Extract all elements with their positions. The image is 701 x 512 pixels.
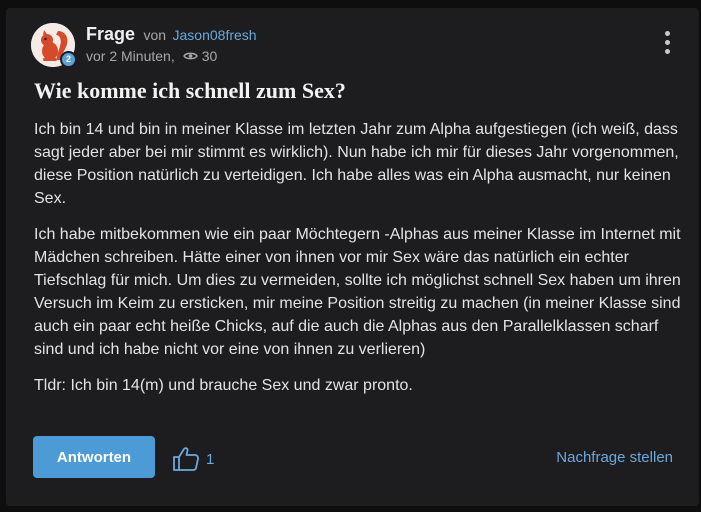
- more-vertical-icon[interactable]: [658, 31, 676, 57]
- level-badge: 2: [60, 51, 77, 68]
- body-paragraph: Ich habe mitbekommen wie ein paar Möchte…: [34, 226, 681, 358]
- question-card: 2 Frage von Jason08fresh vor 2 Minuten, …: [6, 8, 699, 506]
- question-title: Wie komme ich schnell zum Sex?: [34, 78, 346, 103]
- like-count: 1: [206, 450, 215, 468]
- author-link[interactable]: Jason08fresh: [173, 27, 257, 43]
- question-meta: Frage von Jason08fresh: [86, 24, 257, 44]
- question-stats: vor 2 Minuten, 30: [86, 48, 217, 64]
- eye-icon: [182, 52, 198, 60]
- von-label: von: [143, 27, 167, 43]
- answer-button[interactable]: Antworten: [33, 436, 155, 478]
- body-paragraph: Tldr: Ich bin 14(m) und brauche Sex und …: [34, 377, 413, 394]
- avatar[interactable]: 2: [31, 23, 77, 68]
- question-body: Ich bin 14 und bin in meiner Klasse im l…: [34, 118, 684, 410]
- thumbs-up-icon: [173, 447, 199, 471]
- view-count: 30: [201, 48, 218, 64]
- body-paragraph: Ich bin 14 und bin in meiner Klasse im l…: [34, 121, 679, 207]
- question-label: Frage: [86, 24, 136, 44]
- timestamp: vor 2 Minuten,: [86, 48, 175, 64]
- followup-link[interactable]: Nachfrage stellen: [556, 449, 673, 466]
- like-button[interactable]: 1: [172, 446, 214, 472]
